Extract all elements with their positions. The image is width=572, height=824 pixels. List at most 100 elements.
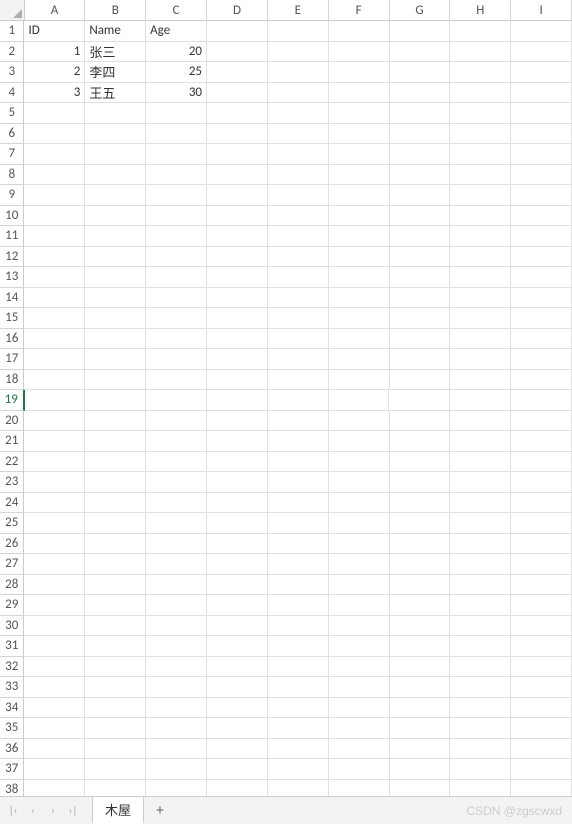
cell-D9[interactable] — [207, 185, 268, 206]
cell-A19[interactable] — [25, 390, 86, 411]
cell-D33[interactable] — [207, 677, 268, 698]
cell-E1[interactable] — [268, 21, 329, 42]
cell-D13[interactable] — [207, 267, 268, 288]
cell-A9[interactable] — [24, 185, 85, 206]
cell-I30[interactable] — [511, 616, 572, 637]
row-header-33[interactable]: 33 — [0, 677, 24, 698]
cell-B1[interactable]: Name — [85, 21, 146, 42]
cell-B9[interactable] — [85, 185, 146, 206]
cell-E16[interactable] — [268, 329, 329, 350]
cell-A7[interactable] — [24, 144, 85, 165]
cell-G13[interactable] — [390, 267, 451, 288]
cell-F18[interactable] — [329, 370, 390, 391]
cell-D8[interactable] — [207, 165, 268, 186]
cell-H16[interactable] — [450, 329, 511, 350]
cell-F6[interactable] — [329, 124, 390, 145]
cell-B21[interactable] — [85, 431, 146, 452]
cell-E7[interactable] — [268, 144, 329, 165]
cell-A35[interactable] — [24, 718, 85, 739]
cell-H3[interactable] — [450, 62, 511, 83]
cell-A17[interactable] — [24, 349, 85, 370]
cell-C2[interactable]: 20 — [146, 42, 207, 63]
row-header-28[interactable]: 28 — [0, 575, 24, 596]
cell-H1[interactable] — [450, 21, 511, 42]
cell-I7[interactable] — [511, 144, 572, 165]
cell-C38[interactable] — [146, 780, 207, 797]
cell-D16[interactable] — [207, 329, 268, 350]
cell-I1[interactable] — [511, 21, 572, 42]
row-header-24[interactable]: 24 — [0, 493, 24, 514]
cell-G18[interactable] — [390, 370, 451, 391]
column-header-E[interactable]: E — [268, 0, 329, 21]
cell-H34[interactable] — [450, 698, 511, 719]
cell-B24[interactable] — [85, 493, 146, 514]
cell-B26[interactable] — [85, 534, 146, 555]
cell-B38[interactable] — [85, 780, 146, 797]
cell-B17[interactable] — [85, 349, 146, 370]
cell-A38[interactable] — [24, 780, 85, 797]
cell-I33[interactable] — [511, 677, 572, 698]
cell-C6[interactable] — [146, 124, 207, 145]
cell-B12[interactable] — [85, 247, 146, 268]
cell-B33[interactable] — [85, 677, 146, 698]
row-header-15[interactable]: 15 — [0, 308, 24, 329]
cell-C36[interactable] — [146, 739, 207, 760]
cell-G31[interactable] — [390, 636, 451, 657]
cell-C25[interactable] — [146, 513, 207, 534]
cell-D19[interactable] — [207, 390, 268, 411]
cell-E9[interactable] — [268, 185, 329, 206]
cell-I38[interactable] — [511, 780, 572, 797]
cell-C14[interactable] — [146, 288, 207, 309]
cell-C8[interactable] — [146, 165, 207, 186]
row-header-25[interactable]: 25 — [0, 513, 24, 534]
column-header-F[interactable]: F — [329, 0, 390, 21]
cell-D26[interactable] — [207, 534, 268, 555]
cell-F14[interactable] — [329, 288, 390, 309]
cell-D24[interactable] — [207, 493, 268, 514]
cell-G33[interactable] — [390, 677, 451, 698]
cell-G32[interactable] — [390, 657, 451, 678]
cell-D32[interactable] — [207, 657, 268, 678]
cell-E30[interactable] — [268, 616, 329, 637]
cell-D4[interactable] — [207, 83, 268, 104]
cell-B34[interactable] — [85, 698, 146, 719]
cell-G12[interactable] — [390, 247, 451, 268]
cell-H13[interactable] — [450, 267, 511, 288]
cell-A36[interactable] — [24, 739, 85, 760]
cell-I5[interactable] — [511, 103, 572, 124]
row-header-35[interactable]: 35 — [0, 718, 24, 739]
cell-G19[interactable] — [389, 390, 450, 411]
cell-A28[interactable] — [24, 575, 85, 596]
cell-F19[interactable] — [329, 390, 390, 411]
row-header-8[interactable]: 8 — [0, 165, 24, 186]
cell-G1[interactable] — [390, 21, 451, 42]
cell-H21[interactable] — [450, 431, 511, 452]
column-header-A[interactable]: A — [25, 0, 86, 21]
cell-C22[interactable] — [146, 452, 207, 473]
cell-F35[interactable] — [329, 718, 390, 739]
cell-I13[interactable] — [511, 267, 572, 288]
cell-G38[interactable] — [390, 780, 451, 797]
cell-H36[interactable] — [450, 739, 511, 760]
cell-F2[interactable] — [329, 42, 390, 63]
cell-C19[interactable] — [146, 390, 207, 411]
cell-H25[interactable] — [450, 513, 511, 534]
cell-H19[interactable] — [450, 390, 511, 411]
cell-D15[interactable] — [207, 308, 268, 329]
cell-G27[interactable] — [390, 554, 451, 575]
cell-I22[interactable] — [511, 452, 572, 473]
cell-E18[interactable] — [268, 370, 329, 391]
cell-A30[interactable] — [24, 616, 85, 637]
cell-A31[interactable] — [24, 636, 85, 657]
cell-C33[interactable] — [146, 677, 207, 698]
cell-B27[interactable] — [85, 554, 146, 575]
cell-G3[interactable] — [390, 62, 451, 83]
cell-C29[interactable] — [146, 595, 207, 616]
cell-H9[interactable] — [450, 185, 511, 206]
cell-A11[interactable] — [24, 226, 85, 247]
cell-G28[interactable] — [390, 575, 451, 596]
cell-F25[interactable] — [329, 513, 390, 534]
cell-C4[interactable]: 30 — [146, 83, 207, 104]
cell-I29[interactable] — [511, 595, 572, 616]
cell-G22[interactable] — [390, 452, 451, 473]
